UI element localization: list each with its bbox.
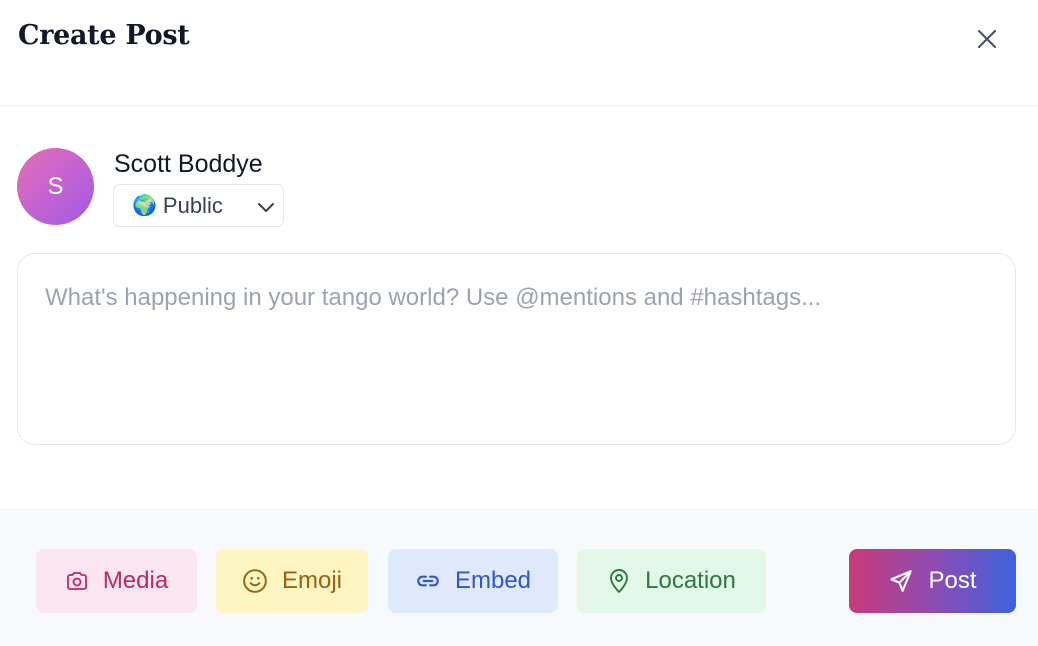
smile-icon [243,569,267,593]
send-icon [890,570,913,592]
author-section: S Scott Boddye 🌍 Public [17,148,417,228]
link-icon [417,575,439,587]
globe-icon: 🌍 [132,194,157,217]
media-label: Media [102,567,169,594]
author-name: Scott Boddye [114,150,263,178]
post-button[interactable]: Post [849,549,1016,613]
embed-label: Embed [454,567,532,594]
location-label: Location [645,567,736,594]
create-post-modal: Create Post S Scott Boddye 🌍 Public What… [0,0,1038,646]
avatar[interactable]: S [17,148,94,225]
post-textarea[interactable]: What's happening in your tango world? Us… [17,253,1016,445]
visibility-select[interactable]: 🌍 Public [113,184,284,227]
visibility-label: Public [162,192,223,218]
emoji-label: Emoji [281,567,342,594]
map-pin-icon [610,569,629,593]
composer-footer: Media Emoji Embed Location Post [0,509,1038,646]
modal-header: Create Post [0,0,1038,106]
chevron-down-icon [258,203,274,212]
location-button[interactable]: Location [577,549,766,613]
camera-icon [66,572,87,590]
post-label: Post [928,567,977,594]
emoji-button[interactable]: Emoji [216,549,368,613]
close-button[interactable] [970,22,1004,56]
media-button[interactable]: Media [36,549,197,613]
close-icon [977,29,997,49]
modal-title: Create Post [18,20,190,51]
embed-button[interactable]: Embed [388,549,558,613]
